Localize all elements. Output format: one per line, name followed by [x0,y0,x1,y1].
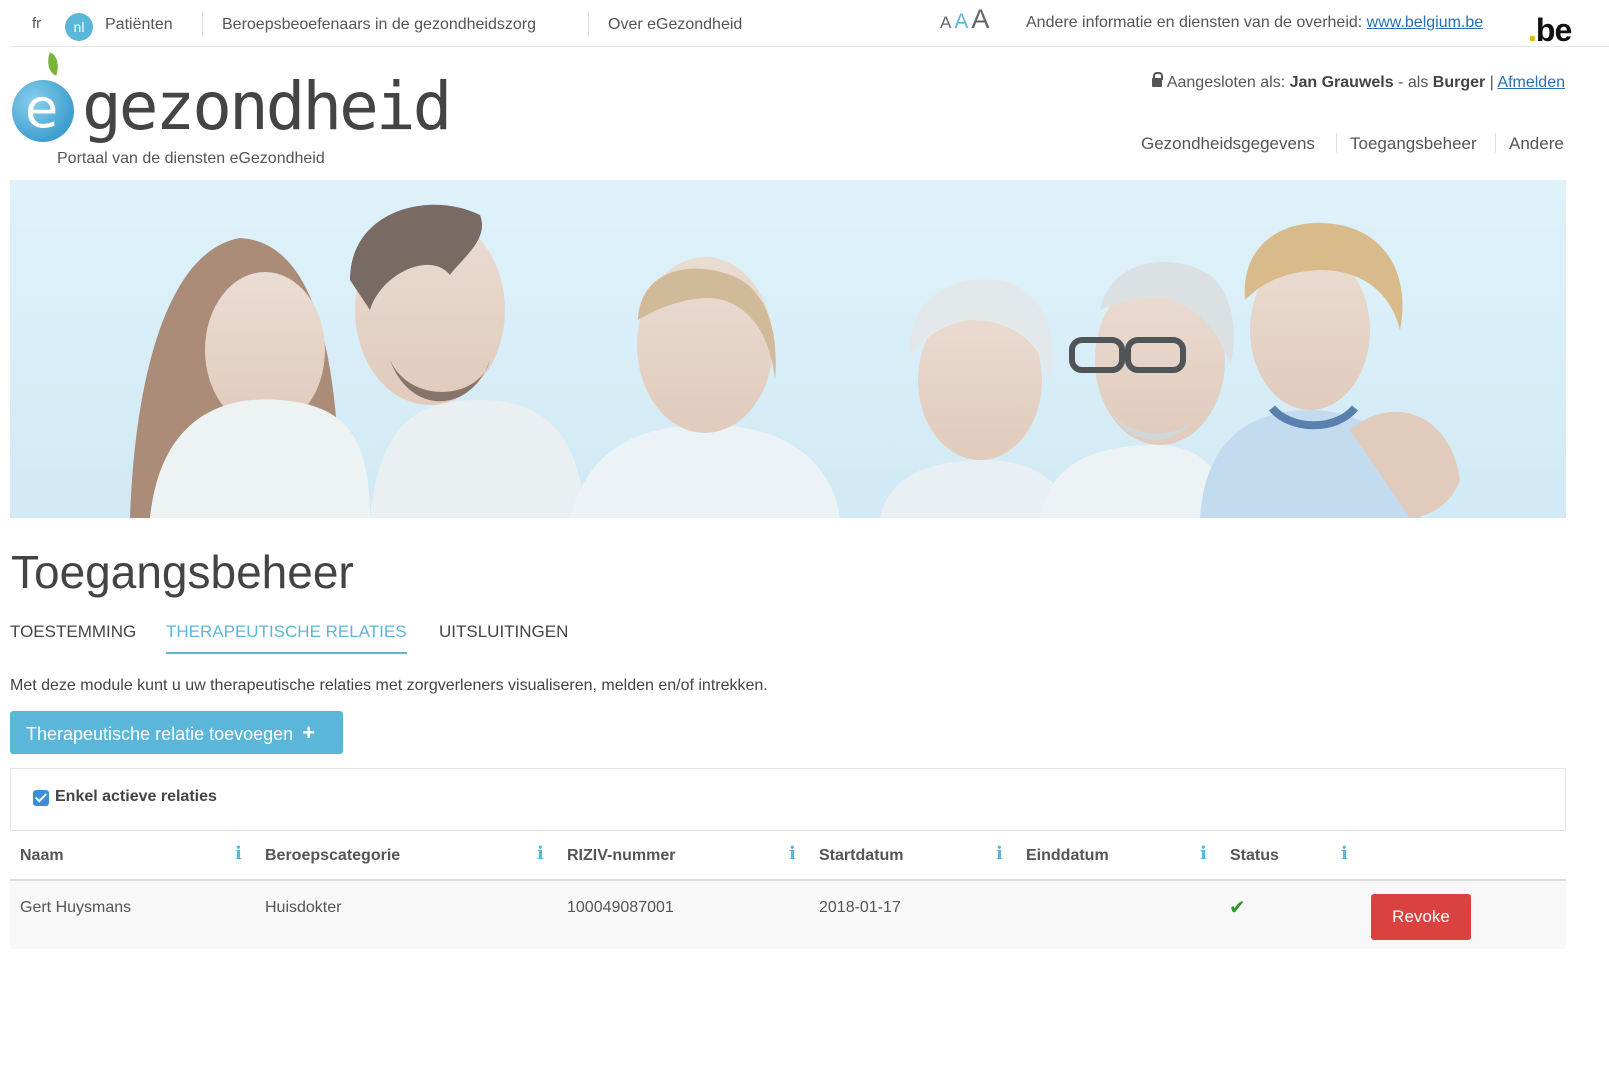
be-logo-text: be [1535,12,1572,48]
font-size-medium-button[interactable]: A [954,10,968,34]
cell-beroepscategorie: Huisdokter [265,899,342,916]
page-title: Toegangsbeheer [11,546,354,598]
logout-link[interactable]: Afmelden [1497,74,1565,91]
status-active-check-icon: ✔ [1229,897,1246,919]
topnav-patienten[interactable]: Patiënten [105,16,173,34]
filter-panel: Enkel actieve relaties [10,768,1566,831]
user-role: Burger [1432,74,1486,91]
login-info: Aangesloten als: Jan Grauwels - als Burg… [1151,72,1565,92]
topnav-over-egezondheid[interactable]: Over eGezondheid [608,16,742,34]
logo-text: gezondheid [82,68,452,145]
logo-subtitle: Portaal van de diensten eGezondheid [57,150,325,167]
header-naam[interactable]: Naam [20,847,64,865]
info-icon[interactable]: i [537,843,544,864]
egezondheid-logo[interactable]: e gezondheid Portaal van de diensten eGe… [12,52,452,174]
divider [1495,133,1496,153]
mainnav-gezondheidsgegevens[interactable]: Gezondheidsgegevens [1141,134,1315,154]
info-icon[interactable]: i [1200,843,1207,864]
table-header: Naam i Beroepscategorie i RIZIV-nummer i… [10,831,1566,881]
revoke-button[interactable]: Revoke [1371,894,1471,940]
mainnav-toegangsbeheer[interactable]: Toegangsbeheer [1350,134,1477,154]
info-icon[interactable]: i [789,843,796,864]
be-logo[interactable]: .be [1528,12,1572,49]
government-info: Andere informatie en diensten van de ove… [1026,14,1483,32]
logo-e-letter: e [25,77,59,140]
lock-icon [1151,72,1163,87]
header-status[interactable]: Status [1230,847,1279,865]
hero-family-image [10,180,1566,518]
divider [1336,133,1337,153]
header-riziv-nummer[interactable]: RIZIV-nummer [567,847,675,865]
info-icon[interactable]: i [996,843,1003,864]
tab-uitsluitingen[interactable]: UITSLUITINGEN [439,622,568,652]
active-relations-checkbox[interactable] [33,790,49,806]
cell-startdatum: 2018-01-17 [819,899,901,916]
divider [202,12,203,36]
active-relations-label[interactable]: Enkel actieve relaties [55,788,217,806]
language-fr-link[interactable]: fr [32,15,41,32]
login-prefix: Aangesloten als: [1166,74,1286,91]
info-icon[interactable]: i [235,843,242,864]
add-button-label: Therapeutische relatie toevoegen [26,723,294,744]
header-beroepscategorie[interactable]: Beroepscategorie [265,847,400,865]
header-startdatum[interactable]: Startdatum [819,847,903,865]
family-illustration [10,180,1566,518]
font-size-switcher: AAA [940,4,992,35]
top-bar: fr nl Patiënten Beroepsbeoefenaars in de… [10,0,1609,47]
tab-therapeutische-relaties[interactable]: THERAPEUTISCHE RELATIES [166,622,407,654]
font-size-large-button[interactable]: A [971,4,989,35]
language-nl-link[interactable]: nl [65,13,93,41]
belgium-be-link[interactable]: www.belgium.be [1367,14,1484,31]
add-therapeutic-relation-button[interactable]: Therapeutische relatie toevoegen + [10,711,343,754]
relations-table: Naam i Beroepscategorie i RIZIV-nummer i… [10,831,1566,949]
tab-toestemming[interactable]: TOESTEMMING [10,622,136,652]
mainnav-andere[interactable]: Andere [1509,134,1564,154]
cell-riziv-nummer: 100049087001 [567,899,674,916]
table-row: Gert Huysmans Huisdokter 100049087001 20… [10,881,1566,949]
topnav-beroepsbeoefenaars[interactable]: Beroepsbeoefenaars in de gezondheidszorg [222,16,536,34]
cell-naam: Gert Huysmans [20,899,132,916]
info-icon[interactable]: i [1341,843,1348,864]
divider [588,12,589,36]
leaf-icon [43,52,63,76]
user-name: Jan Grauwels [1289,74,1394,91]
header-einddatum[interactable]: Einddatum [1026,847,1109,865]
plus-icon: + [302,719,316,745]
role-separator: - als [1398,74,1429,91]
font-size-small-button[interactable]: A [940,13,951,33]
intro-text: Met deze module kunt u uw therapeutische… [10,677,768,694]
government-info-text: Andere informatie en diensten van de ove… [1026,14,1363,31]
